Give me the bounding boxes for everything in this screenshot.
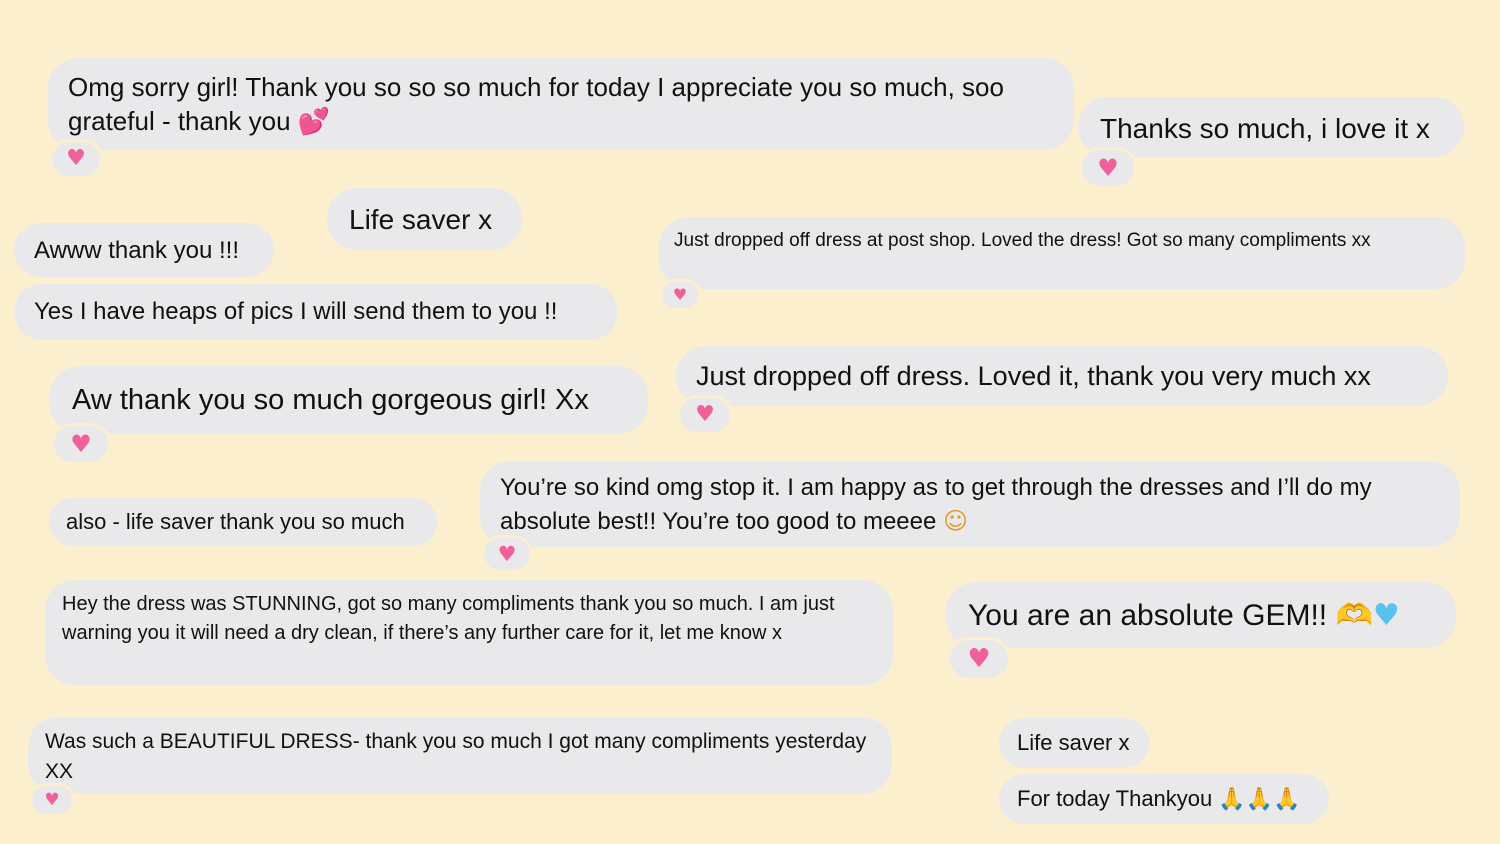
- heart-icon: ♥: [44, 789, 60, 810]
- message-text: Life saver x: [349, 204, 493, 235]
- message-text: Omg sorry girl! Thank you so so so much …: [68, 72, 1004, 136]
- message-bubble-7[interactable]: Aw thank you so much gorgeous girl! Xx: [50, 366, 648, 434]
- message-text: Hey the dress was STUNNING, got so many …: [62, 593, 835, 644]
- message-bubble-13[interactable]: Was such a BEAUTIFUL DRESS- thank you so…: [28, 717, 892, 794]
- message-text: You’re so kind omg stop it. I am happy a…: [500, 474, 1372, 535]
- message-text: Just dropped off dress at post shop. Lov…: [674, 230, 1371, 251]
- message-bubble-14[interactable]: Life saver x: [999, 718, 1149, 768]
- message-bubble-11[interactable]: Hey the dress was STUNNING, got so many …: [45, 580, 893, 685]
- white-heart-emoji: ♡: [968, 506, 990, 535]
- blue-heart-emoji: ♥: [1372, 598, 1400, 633]
- message-text: For today Thankyou: [1017, 786, 1213, 811]
- heart-reaction[interactable]: ♥: [32, 786, 72, 814]
- message-text: Yes I have heaps of pics I will send the…: [34, 298, 558, 325]
- heart-hands-emoji: 🫶: [1335, 598, 1373, 633]
- heart-reaction[interactable]: ♥: [662, 282, 698, 308]
- heart-reaction[interactable]: ♥: [680, 398, 730, 432]
- message-bubble-2[interactable]: Thanks so much, i love it x: [1078, 97, 1464, 157]
- message-bubble-5[interactable]: Just dropped off dress at post shop. Lov…: [659, 217, 1465, 289]
- message-text: Life saver x: [1017, 730, 1130, 755]
- message-bubble-6[interactable]: Yes I have heaps of pics I will send the…: [14, 284, 618, 340]
- message-text: Just dropped off dress. Loved it, thank …: [696, 361, 1371, 391]
- message-text: Thanks so much, i love it x: [1100, 113, 1430, 144]
- two-hearts-emoji: 💕: [297, 106, 331, 137]
- message-bubble-3[interactable]: Life saver x: [327, 188, 522, 250]
- message-bubble-10[interactable]: You’re so kind omg stop it. I am happy a…: [480, 461, 1460, 547]
- heart-reaction[interactable]: ♥: [54, 426, 108, 462]
- smiling-face-emoji: ☺: [943, 506, 969, 535]
- message-text: Aw thank you so much gorgeous girl! Xx: [72, 384, 589, 416]
- message-bubble-15[interactable]: For today Thankyou 🙏🙏🙏: [999, 774, 1329, 824]
- message-text: You are an absolute GEM!!: [968, 599, 1328, 632]
- message-text: Awww thank you !!!: [34, 237, 239, 264]
- heart-reaction[interactable]: ♥: [950, 640, 1008, 678]
- message-bubble-1[interactable]: Omg sorry girl! Thank you so so so much …: [48, 58, 1074, 150]
- heart-icon: ♥: [967, 644, 991, 674]
- heart-reaction[interactable]: ♥: [1082, 150, 1134, 186]
- heart-reaction[interactable]: ♥: [52, 142, 100, 176]
- message-bubble-12[interactable]: You are an absolute GEM!! 🫶♥: [946, 582, 1456, 648]
- heart-icon: ♥: [497, 541, 517, 566]
- heart-icon: ♥: [70, 430, 92, 458]
- folded-hands-emoji: 🙏🙏🙏: [1218, 787, 1301, 812]
- heart-icon: ♥: [66, 146, 86, 171]
- message-bubble-8[interactable]: Just dropped off dress. Loved it, thank …: [676, 346, 1448, 406]
- heart-icon: ♥: [695, 402, 715, 427]
- heart-reaction[interactable]: ♥: [484, 538, 530, 570]
- heart-icon: ♥: [672, 285, 688, 304]
- message-text: also - life saver thank you so much: [66, 509, 405, 534]
- message-bubble-9[interactable]: also - life saver thank you so much: [49, 498, 437, 546]
- message-bubble-4[interactable]: Awww thank you !!!: [14, 223, 274, 277]
- heart-icon: ♥: [1097, 154, 1119, 182]
- message-text: Was such a BEAUTIFUL DRESS- thank you so…: [45, 730, 867, 783]
